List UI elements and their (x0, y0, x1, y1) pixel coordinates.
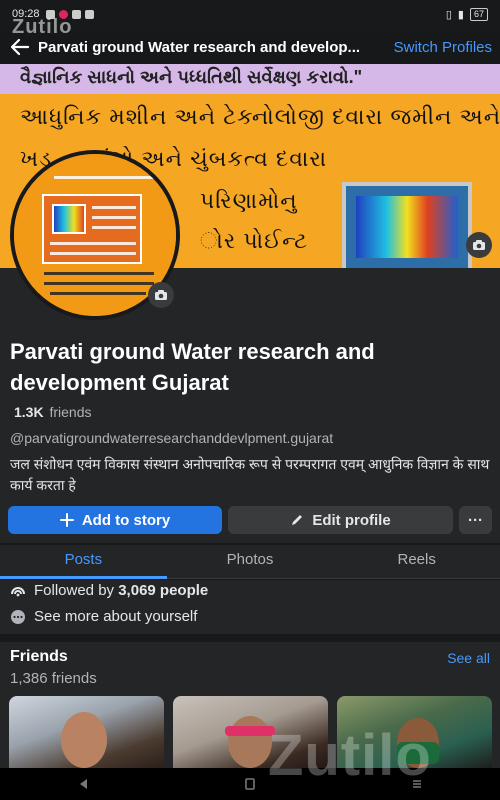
friends-count[interactable]: 1.3K friends (14, 404, 92, 420)
tab-photos[interactable]: Photos (167, 545, 334, 578)
edit-profile-picture-camera-button[interactable] (148, 282, 174, 308)
see-all-friends-link[interactable]: See all (447, 650, 490, 666)
friend-thumbnail[interactable] (9, 696, 164, 768)
page-title: Parvati ground Water research and develo… (38, 38, 361, 56)
see-more-label: See more about yourself (34, 608, 198, 625)
friends-total: 1,386 friends (10, 670, 97, 687)
more-info-icon (11, 609, 25, 624)
add-to-story-button[interactable]: Add to story (8, 506, 222, 534)
tab-posts[interactable]: Posts (0, 545, 167, 579)
followers-icon (11, 586, 25, 596)
pencil-icon (292, 515, 303, 525)
status-bar: 09:28 ▯ ▮ 67 (0, 0, 500, 28)
edit-cover-camera-button[interactable] (466, 232, 492, 258)
watermark-logo: Zutilo (268, 723, 432, 788)
edit-profile-button[interactable]: Edit profile (228, 506, 453, 534)
top-nav: Parvati ground Water research and develo… (0, 30, 500, 64)
device-image (342, 182, 472, 268)
camera-icon (473, 240, 485, 250)
profile-username: @parvatigroundwaterresearchanddevlpment.… (10, 430, 334, 446)
add-to-story-label: Add to story (81, 511, 171, 529)
cover-text-line: આધુનિક મશીન અને ટેક્નોલોજી દવારા જમીન અન… (20, 104, 500, 129)
cover-strip-text: વૈજ્ઞાનિક સાધનો અને પધ્ધતિથી સર્વેક્ષણ ક… (0, 64, 500, 94)
about-section: Followed by 3,069 people See more about … (0, 580, 500, 634)
see-more-about-row[interactable]: See more about yourself (10, 608, 197, 625)
cover-text-line: ોર પોઈન્ટ (200, 228, 308, 253)
plus-icon (59, 513, 74, 527)
switch-profiles-link[interactable]: Switch Profiles (394, 39, 492, 56)
camera-icon (155, 290, 167, 300)
watermark-logo: Zutilo (12, 16, 73, 38)
followed-by-label: Followed by (34, 582, 115, 599)
signal-icon: ▮ (457, 8, 464, 21)
vibrate-icon: ▯ (445, 8, 452, 21)
more-icon: ··· (468, 511, 483, 529)
back-key-icon[interactable] (75, 776, 91, 792)
battery-icon: 67 (469, 7, 488, 21)
tab-reels[interactable]: Reels (333, 545, 500, 578)
home-key-icon[interactable] (242, 776, 258, 792)
profile-bio: जल संशोधन एवंम विकास संस्थान अनोपचारिक र… (10, 456, 490, 493)
notification-icon (71, 9, 81, 19)
friends-title: Friends (10, 648, 68, 665)
cover-text-line: પરિણામોનુ (200, 188, 298, 213)
more-options-button[interactable]: ··· (459, 506, 492, 534)
friends-label: friends (49, 404, 92, 420)
action-buttons: Add to story Edit profile ··· (8, 506, 492, 534)
profile-name: Parvati ground Water research and develo… (10, 339, 375, 395)
followers-row[interactable]: Followed by 3,069 people (10, 582, 208, 599)
followers-count: 3,069 people (118, 582, 209, 599)
notification-icon (84, 9, 94, 19)
friends-number: 1.3K (14, 404, 44, 420)
edit-profile-label: Edit profile (312, 511, 391, 529)
profile-tabs: Posts Photos Reels (0, 545, 500, 579)
